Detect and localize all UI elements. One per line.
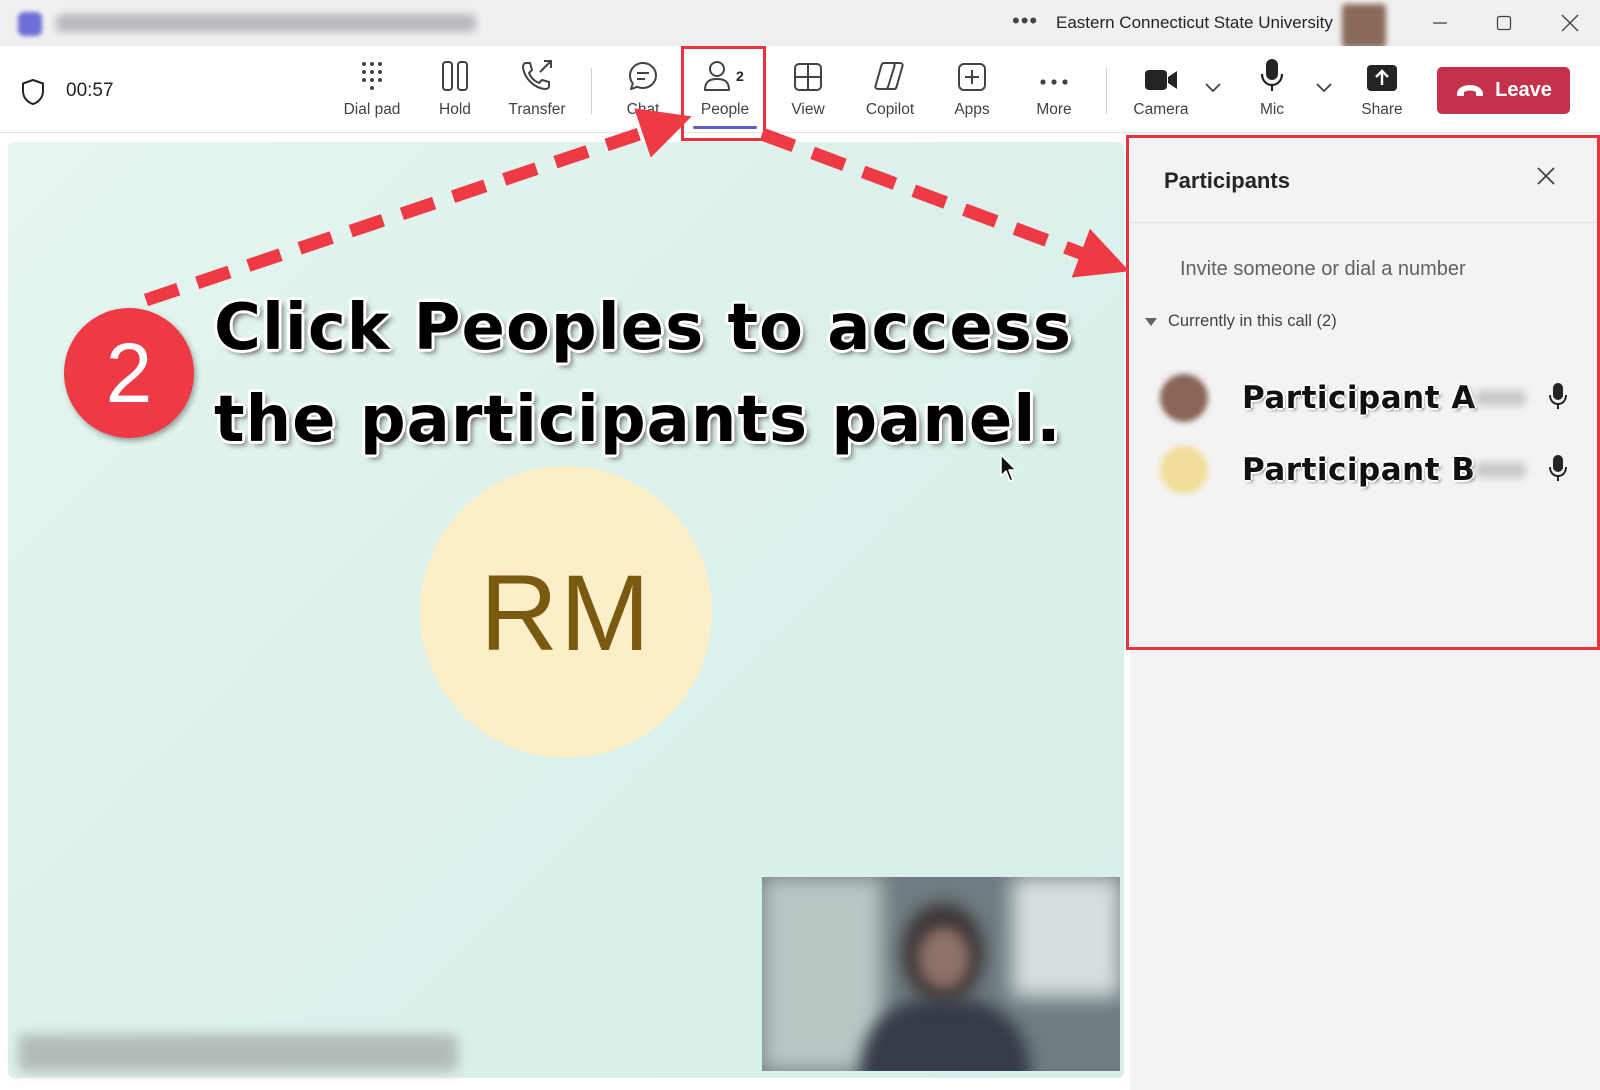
camera-options-chevron-icon[interactable] <box>1204 82 1222 94</box>
dialpad-icon <box>362 62 382 90</box>
pause-icon <box>442 61 468 91</box>
hang-up-icon <box>1457 84 1484 96</box>
maximize-button[interactable] <box>1480 6 1528 40</box>
close-icon <box>1561 14 1579 32</box>
more-icon <box>1040 79 1068 85</box>
share-icon <box>1367 65 1397 91</box>
redacted-caption <box>18 1034 458 1072</box>
remote-participant-avatar: RM <box>420 466 712 758</box>
more-label: More <box>1036 101 1072 118</box>
chat-label: Chat <box>626 101 660 118</box>
camera-button[interactable]: Camera <box>1124 52 1198 124</box>
toolbar-divider <box>1106 68 1107 114</box>
minimize-icon <box>1433 22 1447 24</box>
share-button[interactable]: Share <box>1345 52 1419 124</box>
transfer-label: Transfer <box>508 101 566 118</box>
close-window-button[interactable] <box>1546 6 1594 40</box>
copilot-icon <box>874 62 904 90</box>
view-button[interactable]: View <box>771 52 845 124</box>
dial-pad-label: Dial pad <box>343 101 401 118</box>
call-timer: 00:57 <box>66 80 114 101</box>
copilot-label: Copilot <box>865 101 915 118</box>
view-label: View <box>791 101 825 118</box>
account-avatar[interactable] <box>1342 4 1386 48</box>
mic-button[interactable]: Mic <box>1235 52 1309 124</box>
title-bar: ••• Eastern Connecticut State University <box>0 0 1600 48</box>
avatar-initials: RM <box>480 551 652 673</box>
apps-label: Apps <box>954 101 990 118</box>
instruction-callout: Click Peoples to access the participants… <box>214 291 1072 457</box>
title-more-icon[interactable]: ••• <box>1012 8 1038 34</box>
chat-icon <box>629 62 657 90</box>
people-highlight-box <box>681 46 766 141</box>
call-toolbar: 00:57 Dial pad Hold Transfer Chat 2 Peop… <box>0 46 1600 133</box>
share-label: Share <box>1361 101 1403 118</box>
mic-icon <box>1260 59 1284 91</box>
leave-button[interactable]: Leave <box>1437 67 1570 114</box>
window-title-redacted <box>56 14 476 32</box>
step-number-badge: 2 <box>64 308 194 438</box>
mic-label: Mic <box>1259 101 1285 118</box>
camera-icon <box>1145 70 1177 90</box>
app-logo-icon <box>18 12 42 36</box>
grid-icon <box>794 63 822 91</box>
add-app-icon <box>958 63 986 91</box>
self-video-preview[interactable] <box>762 877 1120 1071</box>
leave-label: Leave <box>1495 79 1552 101</box>
chat-button[interactable]: Chat <box>606 52 680 124</box>
mouse-cursor-icon <box>1000 454 1017 482</box>
toolbar-divider <box>591 68 592 114</box>
minimize-button[interactable] <box>1416 6 1464 40</box>
copilot-button[interactable]: Copilot <box>853 52 927 124</box>
mic-options-chevron-icon[interactable] <box>1315 82 1333 94</box>
maximize-icon <box>1496 15 1512 31</box>
more-button[interactable]: More <box>1017 52 1091 124</box>
transfer-icon <box>522 60 552 90</box>
hold-label: Hold <box>439 101 471 118</box>
dial-pad-button[interactable]: Dial pad <box>335 52 409 124</box>
camera-label: Camera <box>1133 101 1189 118</box>
transfer-button[interactable]: Transfer <box>500 52 574 124</box>
apps-button[interactable]: Apps <box>935 52 1009 124</box>
panel-highlight-box <box>1126 135 1600 650</box>
hold-button[interactable]: Hold <box>418 52 492 124</box>
shield-icon[interactable] <box>20 78 46 106</box>
organization-name: Eastern Connecticut State University <box>1056 13 1333 32</box>
